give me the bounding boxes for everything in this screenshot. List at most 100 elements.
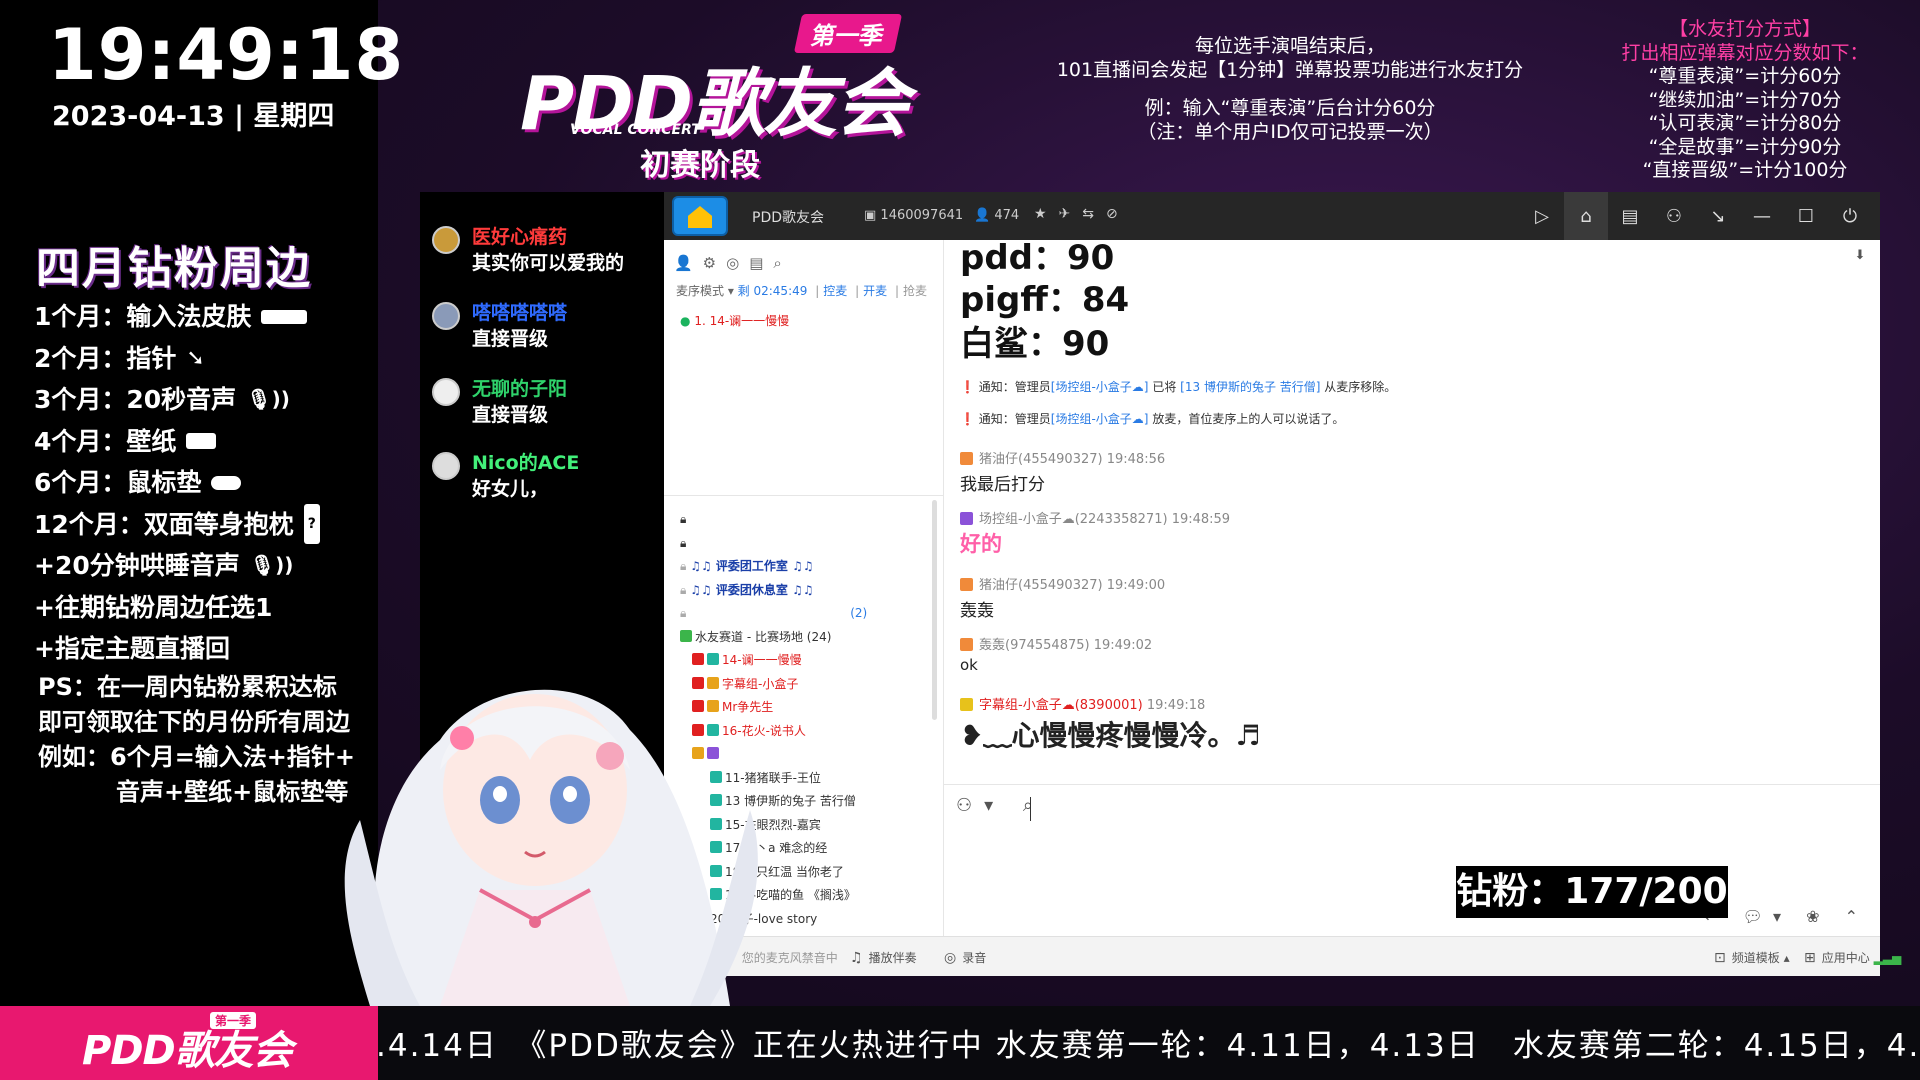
message-header: 字幕组-小盒子☁(8390001) 19:49:18: [960, 694, 1205, 713]
bottom-ticker-bar: PDD歌友会 第一季 .4.14日 《PDD歌友会》正在火热进行中 水友赛第一轮…: [0, 1006, 1920, 1080]
info-icon: ❗: [960, 412, 975, 426]
info-panel: 19:49:18 2023-04-13 | 星期四 四月钻粉周边 1个月：输入法…: [0, 0, 403, 1006]
open-mic-link[interactable]: 开麦: [863, 284, 887, 298]
merch-item: 1个月：输入法皮肤: [34, 296, 374, 338]
message-header: 猪油仔(455490327) 19:48:56: [960, 448, 1165, 467]
date: 2023-04-13 | 星期四: [52, 101, 335, 132]
minimize-icon[interactable]: —: [1740, 192, 1784, 240]
text-caret: [1030, 797, 1031, 821]
home-icon[interactable]: ⌂: [1564, 192, 1608, 240]
queue-entry[interactable]: ● 1. 14-谰一一慢慢: [680, 312, 789, 329]
merch-list: 1个月：输入法皮肤 2个月：指针 ➘ 3个月：20秒音声 🎙︎)) 4个月：壁纸 6…: [34, 296, 374, 670]
message-area: ⬇ pdd：90 pigff：84 白鲨：90 ❗ 通知：管理员[场控组-小盒子…: [944, 240, 1880, 784]
chat-username: 无聊的子阳: [472, 378, 568, 400]
queue-bar: 麦序模式 ▾ 剩 02:45:49 | 控麦 | 开麦 | 抢麦: [676, 284, 928, 298]
merch-item: 3个月：20秒音声 🎙︎)): [34, 379, 374, 421]
message-header: 猪油仔(455490327) 19:49:00: [960, 574, 1165, 593]
control-mic-link[interactable]: 控麦: [823, 284, 847, 298]
video-icon[interactable]: ▷: [1520, 192, 1564, 240]
sidebar-scrollbar[interactable]: [932, 500, 937, 720]
download-icon[interactable]: ↘: [1696, 192, 1740, 240]
crown-icon: [960, 512, 973, 525]
merch-item: +20分钟哄睡音声 🎙︎)): [34, 545, 374, 587]
message-text: ok: [960, 656, 978, 674]
channel-id: ▣ 1460097641: [864, 208, 964, 223]
mousepad-icon: [211, 475, 242, 490]
merch-item: 2个月：指针 ➘: [34, 338, 374, 380]
merch-item: +往期钻粉周边任选1: [34, 592, 273, 622]
merch-item: 12个月：双面等身抱枕?: [34, 504, 374, 546]
chat-username: Nico的ACE: [472, 452, 580, 474]
chat-message: 直接晋级: [472, 404, 549, 426]
sidebar-tools[interactable]: 👤⚙◎▤⌕: [674, 254, 792, 272]
merch-item: 6个月：鼠标垫: [34, 462, 374, 504]
merch-item: 4个月：壁纸: [34, 421, 374, 463]
event-logo: 第一季 PDD歌友会 VOCAL CONCERT 初赛阶段: [520, 10, 950, 183]
voting-rules: 每位选手演唱结束后， 101直播间会发起【1分钟】弹幕投票功能进行水友打分 例：…: [1056, 35, 1524, 143]
tree-row[interactable]: 🔒︎: [680, 508, 930, 532]
bottom-logo: PDD歌友会 第一季: [0, 1006, 378, 1080]
title-bar: PDD歌友会 ▣ 1460097641 👤 474 ★✈⇆⊘ ▷ ⌂ ▤ ⚇ ↘…: [664, 192, 1880, 240]
message-header: 轰轰(974554875) 19:49:02: [960, 634, 1152, 653]
channel-title: PDD歌友会: [752, 210, 825, 226]
system-notice: ❗ 通知：管理员[场控组-小盒子☁] 放麦，首位麦序上的人可以说话了。: [960, 412, 1345, 426]
message-text: 轰轰: [960, 601, 994, 621]
tree-row[interactable]: 🔒︎ ♫♫ 评委团休息室 ♫♫: [680, 579, 930, 603]
queue-timer: 剩 02:45:49: [737, 284, 808, 298]
maximize-icon[interactable]: ☐: [1784, 192, 1828, 240]
microphone-icon: 🎙︎)): [249, 553, 294, 577]
gift-icon: [960, 452, 973, 465]
app-center-button[interactable]: ⊞ 应用中心 ▂▃▅: [1804, 949, 1901, 966]
ticker-text: .4.14日 《PDD歌友会》正在火热进行中 水友赛第一轮：4.11日，4.13…: [376, 1028, 1920, 1064]
avatar: [432, 226, 460, 254]
chat-message: 其实你可以爱我的: [472, 252, 625, 274]
board-icon[interactable]: ▤: [1608, 192, 1652, 240]
grab-mic-link[interactable]: 抢麦: [903, 284, 927, 298]
chat-message: 好女儿，: [472, 478, 549, 500]
diamond-fan-counter: 钻粉：177/200: [1456, 866, 1728, 918]
scroll-down-icon[interactable]: ⬇: [1850, 248, 1870, 268]
gift-icon: [960, 578, 973, 591]
microphone-icon: 🎙︎)): [246, 387, 290, 411]
message-input[interactable]: ⚇▾ ⌕ ↵ 💬︎▾ ❀ ⌃: [944, 784, 1880, 936]
tree-row[interactable]: 🔒︎ ♫♫ 评委团工作室 ♫♫: [680, 555, 930, 579]
signal-icon: ▂▃▅: [1873, 951, 1902, 965]
logo-subtitle: VOCAL CONCERT: [570, 122, 701, 138]
channel-template-button[interactable]: ⊡ 频道模板 ▴: [1714, 949, 1790, 966]
tree-row[interactable]: 🔒︎: [680, 532, 930, 556]
online-count: 👤 474: [974, 208, 1020, 223]
chat-username: 医好心痛药: [472, 226, 568, 248]
channel-home-icon[interactable]: [672, 196, 728, 236]
gift-icon: [960, 638, 973, 651]
power-icon[interactable]: ⏻: [1828, 192, 1872, 240]
stream-scene: 19:49:18 2023-04-13 | 星期四 四月钻粉周边 1个月：输入法…: [0, 0, 1920, 1080]
stage-label: 初赛阶段: [640, 148, 760, 183]
yy-client-window: PDD歌友会 ▣ 1460097641 👤 474 ★✈⇆⊘ ▷ ⌂ ▤ ⚇ ↘…: [664, 192, 1901, 976]
gamepad-icon[interactable]: ⚇: [1652, 192, 1696, 240]
queue-mode-select[interactable]: 麦序模式 ▾: [676, 284, 734, 298]
chat-username: 嗒嗒嗒嗒嗒: [472, 302, 568, 324]
score-message: pigff：84: [960, 280, 1130, 320]
channel-actions[interactable]: ★✈⇆⊘: [1034, 206, 1130, 222]
send-tools[interactable]: ↵ 💬︎▾ ❀ ⌃: [1704, 907, 1868, 926]
play-music-button[interactable]: ♫ 播放伴奏: [850, 949, 917, 966]
chat-message: 直接晋级: [472, 328, 549, 350]
ps-note: PS：在一周内钻粉累积达标 即可领取往下的月份所有周边 例如：6个月=输入法+指…: [38, 673, 356, 806]
message-text: 好的: [960, 532, 1002, 556]
message-text: 我最后打分: [960, 475, 1045, 495]
client-bottom-bar: ⫶⫶ ⊘您的麦克风禁音中 ♫播放伴奏 ◎录音 ⊡频道模板 ▴ ⊞应用中心 ▂▃▅: [664, 936, 1901, 976]
wallpaper-icon: [186, 433, 217, 450]
message-header: 场控组-小盒子☁(2243358271) 19:48:59: [960, 508, 1230, 527]
record-button[interactable]: ◎ 录音: [944, 949, 986, 966]
merch-item: +指定主题直播回: [34, 634, 230, 663]
scoring-rules: 【水友打分方式】 打出相应弹幕对应分数如下： “尊重表演”=计分60分 “继续加…: [1621, 18, 1869, 181]
avatar: [432, 302, 460, 330]
input-tools[interactable]: ⚇▾ ⌕: [956, 795, 1045, 816]
window-buttons: ▷ ⌂ ▤ ⚇ ↘ — ☐ ⏻: [1520, 192, 1872, 240]
crown-icon: [960, 698, 973, 711]
score-message: 白鲨：90: [960, 324, 1110, 364]
cursor-icon: ➘: [186, 345, 205, 371]
avatar: [432, 452, 460, 480]
pillow-icon: ?: [303, 504, 320, 545]
message-text: ❥﹏心慢慢疼慢慢冷。♬: [960, 719, 1261, 752]
